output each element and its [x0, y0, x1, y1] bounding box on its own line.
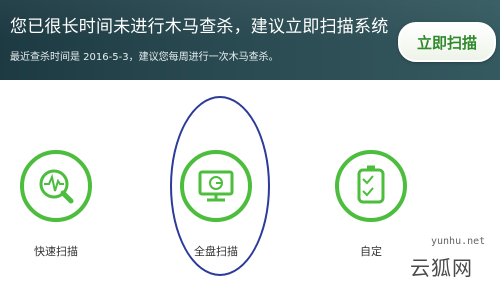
quick-scan-icon	[20, 150, 92, 222]
scan-now-label: 立即扫描	[416, 33, 477, 52]
watermark-url: yunhu.net	[431, 236, 486, 247]
custom-scan-option[interactable]	[333, 148, 409, 224]
quick-scan-label: 快速扫描	[34, 245, 78, 258]
scan-now-button[interactable]: 立即扫描	[398, 22, 496, 62]
alert-title: 您已很长时间未进行木马查杀，建议立即扫描系统	[10, 17, 389, 37]
custom-scan-label: 自定	[360, 245, 382, 258]
quick-scan-option[interactable]	[18, 148, 94, 224]
custom-scan-icon	[335, 150, 407, 222]
alert-header: 您已很长时间未进行木马查杀，建议立即扫描系统 最近查杀时间是 2016-5-3，…	[0, 0, 500, 80]
last-scan-info: 最近查杀时间是 2016-5-3，建议您每周进行一次木马查杀。	[10, 52, 279, 63]
highlight-oval	[170, 96, 270, 276]
